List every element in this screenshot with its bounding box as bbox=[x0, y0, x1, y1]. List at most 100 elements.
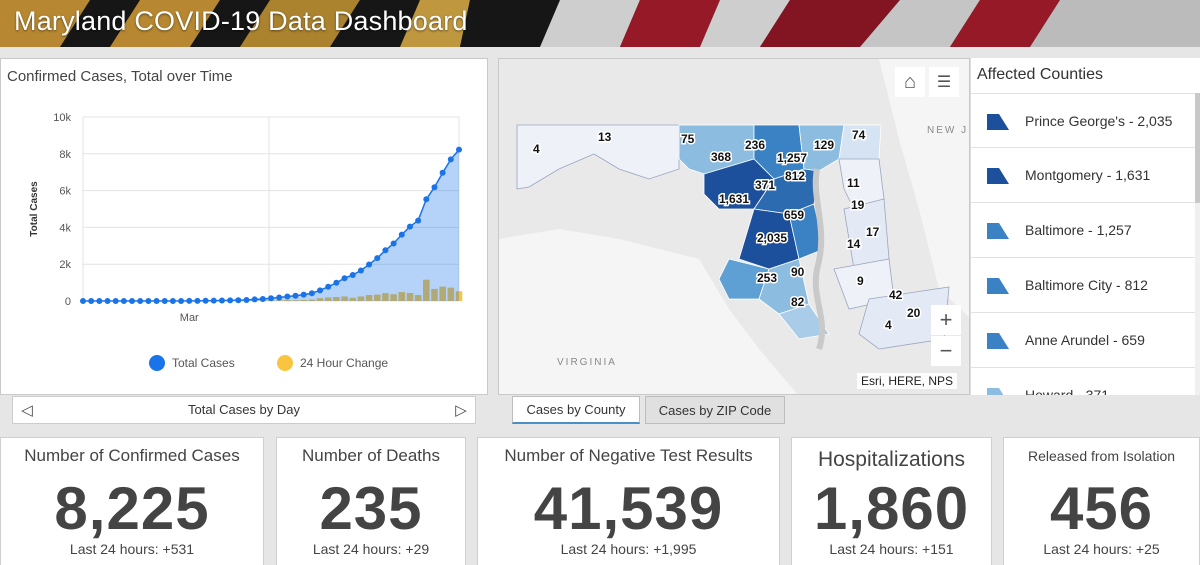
legend-dot-24h bbox=[277, 355, 293, 371]
stat-title: Number of Confirmed Cases bbox=[24, 446, 240, 465]
county-count-label: 17 bbox=[866, 225, 880, 239]
home-icon[interactable]: ⌂ bbox=[895, 67, 925, 97]
total-cases-point bbox=[210, 297, 217, 304]
total-cases-point bbox=[390, 240, 397, 247]
total-cases-point bbox=[300, 291, 307, 298]
total-cases-point bbox=[268, 295, 274, 302]
stat-card-hospitalizations: Hospitalizations 1,860 Last 24 hours: +1… bbox=[791, 437, 992, 565]
county-label: Montgomery - 1,631 bbox=[1025, 167, 1151, 183]
map-panel[interactable]: VIRGINIA NEW J 4 13 75 236 129 74 368 1,… bbox=[498, 58, 970, 395]
list-item[interactable]: Baltimore City - 812 bbox=[971, 258, 1195, 313]
total-cases-point bbox=[398, 231, 405, 238]
chart-title: Confirmed Cases, Total over Time bbox=[7, 68, 233, 85]
y-tick-label: 8k bbox=[59, 149, 71, 161]
y-tick-label: 0 bbox=[65, 296, 71, 308]
total-cases-point bbox=[423, 196, 430, 203]
cases-over-time-chart: 0 2k 4k 6k 8k 10k Mar Total Cases bbox=[29, 112, 463, 324]
total-cases-point bbox=[137, 298, 144, 304]
legend-item-24h-change[interactable]: 24 Hour Change bbox=[277, 355, 388, 371]
legend-label-total: Total Cases bbox=[172, 356, 235, 370]
stat-value: 235 bbox=[319, 475, 423, 542]
y-axis-label: Total Cases bbox=[29, 181, 40, 237]
zoom-in-button[interactable]: + bbox=[931, 305, 961, 335]
county-label: Baltimore City - 812 bbox=[1025, 277, 1148, 293]
total-cases-point bbox=[366, 261, 373, 268]
total-cases-point bbox=[202, 297, 209, 304]
county-label: Prince George's - 2,035 bbox=[1025, 112, 1173, 129]
legend-item-total-cases[interactable]: Total Cases bbox=[149, 355, 235, 371]
chart-pager-label: Total Cases by Day bbox=[188, 402, 300, 417]
stat-title: Hospitalizations bbox=[817, 448, 966, 471]
counties-scrollbar[interactable] bbox=[1195, 93, 1200, 395]
legend-dot-total bbox=[149, 355, 165, 371]
list-icon[interactable]: ☰ bbox=[929, 67, 959, 97]
total-cases-point bbox=[325, 283, 332, 290]
county-label: Baltimore - 1,257 bbox=[1025, 222, 1132, 238]
total-cases-point bbox=[341, 275, 348, 282]
total-cases-point bbox=[104, 298, 111, 304]
total-cases-point bbox=[317, 287, 324, 294]
county-count-label: 11 bbox=[847, 176, 860, 190]
chart-pager: ◁ Total Cases by Day ▷ bbox=[12, 396, 476, 424]
total-cases-point bbox=[235, 297, 242, 304]
county-swatch-icon bbox=[987, 278, 1009, 294]
maryland-county-map[interactable]: VIRGINIA NEW J 4 13 75 236 129 74 368 1,… bbox=[499, 59, 970, 395]
county-swatch-icon bbox=[987, 113, 1009, 130]
county-count-label: 1,631 bbox=[719, 192, 749, 206]
county-count-label: 9 bbox=[857, 274, 864, 288]
page-title: Maryland COVID-19 Data Dashboard bbox=[14, 6, 468, 36]
county-count-label: 253 bbox=[757, 271, 777, 285]
total-cases-point bbox=[227, 297, 234, 304]
total-cases-point bbox=[308, 290, 315, 297]
list-item[interactable]: Montgomery - 1,631 bbox=[971, 148, 1195, 203]
stat-value: 41,539 bbox=[533, 475, 724, 542]
y-tick-label: 2k bbox=[59, 259, 71, 271]
county-label: Anne Arundel - 659 bbox=[1025, 332, 1145, 348]
stat-card-negative-tests: Number of Negative Test Results 41,539 L… bbox=[477, 437, 780, 565]
map-label-virginia: VIRGINIA bbox=[557, 357, 617, 368]
tab-cases-by-zip[interactable]: Cases by ZIP Code bbox=[645, 396, 785, 424]
county-count-label: 82 bbox=[791, 295, 805, 309]
county-count-label: 812 bbox=[785, 169, 805, 183]
list-item[interactable]: Howard - 371 bbox=[971, 368, 1195, 395]
stat-title: Number of Negative Test Results bbox=[504, 446, 753, 465]
total-cases-point bbox=[456, 146, 462, 153]
y-tick-label: 4k bbox=[59, 222, 71, 234]
tab-cases-by-county[interactable]: Cases by County bbox=[512, 396, 640, 424]
total-cases-point bbox=[186, 297, 193, 304]
total-cases-point bbox=[431, 184, 438, 191]
zoom-out-button[interactable]: − bbox=[931, 336, 961, 366]
list-item[interactable]: Baltimore - 1,257 bbox=[971, 203, 1195, 258]
stat-value: 456 bbox=[1049, 475, 1154, 542]
county-swatch-icon bbox=[987, 223, 1009, 239]
stat-delta: Last 24 hours: +531 bbox=[69, 541, 195, 557]
total-cases-point bbox=[374, 255, 381, 262]
total-cases-point bbox=[80, 298, 86, 304]
header-banner: Maryland COVID-19 Data Dashboard bbox=[0, 0, 1200, 47]
county-count-label: 2,035 bbox=[757, 231, 787, 245]
county-swatch-icon bbox=[987, 168, 1009, 184]
total-cases-point bbox=[169, 298, 176, 304]
total-cases-point bbox=[112, 298, 119, 304]
county-count-label: 14 bbox=[847, 237, 861, 251]
counties-title: Affected Counties bbox=[977, 66, 1104, 83]
stat-title: Released from Isolation bbox=[1027, 448, 1176, 464]
y-tick-label: 10k bbox=[53, 112, 71, 124]
total-cases-point bbox=[439, 169, 446, 176]
total-cases-point bbox=[218, 297, 225, 304]
list-item[interactable]: Anne Arundel - 659 bbox=[971, 313, 1195, 368]
stat-delta: Last 24 hours: +1,995 bbox=[560, 541, 697, 557]
total-cases-point bbox=[243, 296, 250, 303]
county-count-label: 13 bbox=[598, 130, 612, 144]
chevron-right-icon[interactable]: ▷ bbox=[453, 401, 469, 419]
total-cases-point bbox=[120, 298, 127, 304]
scrollbar-thumb[interactable] bbox=[1195, 93, 1200, 203]
total-cases-point bbox=[259, 296, 266, 303]
list-item[interactable]: Prince George's - 2,035 bbox=[971, 93, 1195, 148]
county-list: Prince George's - 2,035 Montgomery - 1,6… bbox=[971, 93, 1195, 395]
stat-delta: Last 24 hours: +151 bbox=[829, 541, 954, 557]
stat-title: Number of Deaths bbox=[302, 446, 440, 465]
county-count-label: 20 bbox=[907, 306, 921, 320]
map-label-new-jersey: NEW J bbox=[927, 125, 968, 136]
county-count-label: 1,257 bbox=[777, 151, 807, 165]
